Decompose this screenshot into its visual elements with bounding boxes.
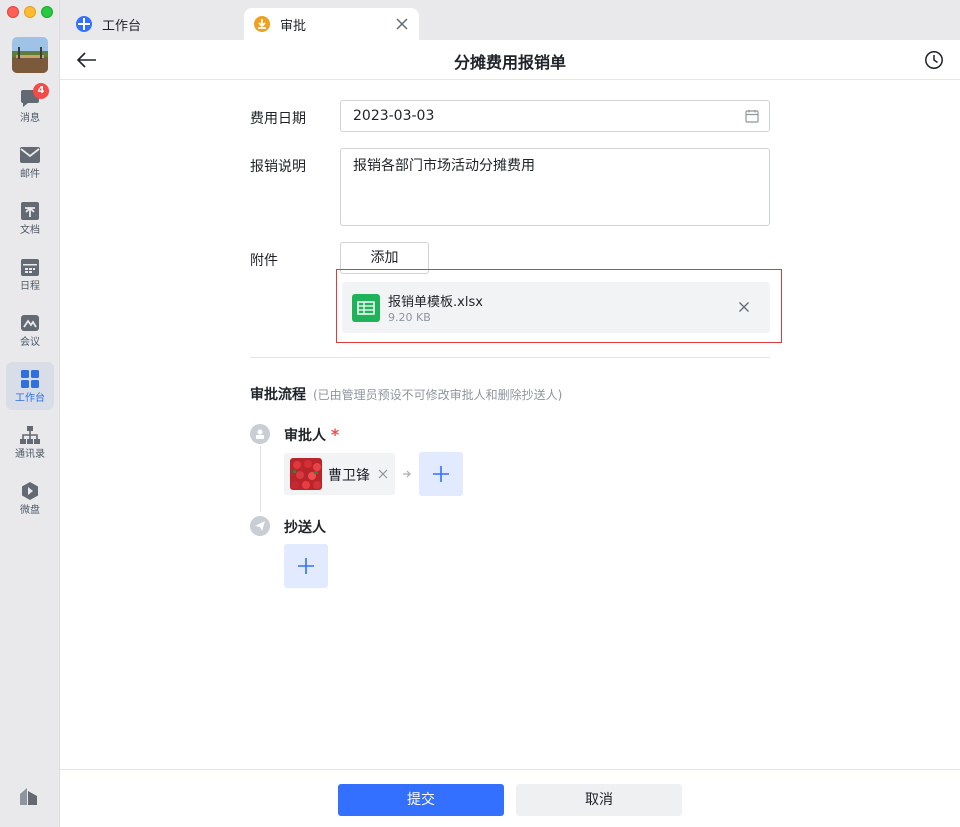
approval-form: 费用日期 2023-03-03 报销说明 报销各部门市场活动分摊费用 附件 添加…: [60, 80, 960, 769]
date-field[interactable]: 2023-03-03: [340, 100, 770, 132]
page-header: 分摊费用报销单: [60, 40, 960, 80]
sidebar-item-label: 邮件: [20, 169, 40, 180]
flow-connector-line: [260, 446, 261, 512]
cc-step-icon: [250, 516, 270, 536]
attachment-file-name: 报销单模板.xlsx: [388, 295, 483, 310]
mail-icon: [19, 144, 41, 166]
meeting-icon: [19, 312, 41, 334]
sidebar-item-drive[interactable]: 微盘: [6, 474, 54, 522]
sidebar-item-label: 通讯录: [15, 449, 45, 460]
zoom-window-button[interactable]: [41, 6, 53, 18]
user-avatar[interactable]: [12, 37, 48, 73]
plus-icon: [298, 558, 314, 574]
approver-avatar: [290, 458, 322, 490]
tab-label: 审批: [280, 18, 307, 34]
description-textarea[interactable]: 报销各部门市场活动分摊费用: [340, 148, 770, 226]
flow-arrow-icon: [403, 470, 411, 478]
sidebar-item-workplace[interactable]: 工作台: [6, 362, 54, 410]
close-tab-icon[interactable]: [395, 17, 409, 31]
approver-name: 曹卫锋: [328, 468, 370, 484]
tab-bar: 工作台 审批: [60, 0, 960, 40]
approval-flow-note: (已由管理员预设不可修改审批人和删除抄送人): [313, 388, 563, 402]
tab-label: 工作台: [102, 18, 142, 34]
sidebar-item-label: 工作台: [15, 393, 45, 404]
remove-attachment-icon[interactable]: [738, 301, 750, 313]
sidebar-item-meeting[interactable]: 会议: [6, 306, 54, 354]
window-controls: [7, 6, 53, 18]
workplace-icon: [19, 368, 41, 390]
form-footer: 提交 取消: [60, 769, 960, 827]
sidebar-item-label: 日程: [20, 281, 40, 292]
excel-file-icon: [352, 294, 380, 322]
add-cc-button[interactable]: [284, 544, 328, 588]
plus-icon: [433, 466, 449, 482]
drive-icon: [19, 480, 41, 502]
approver-label: 审批人 *: [284, 425, 339, 445]
sidebar-item-contacts[interactable]: 通讯录: [6, 418, 54, 466]
chat-icon: 4: [19, 83, 49, 110]
tab-approval[interactable]: 审批: [244, 8, 419, 40]
sidebar-item-docs[interactable]: 文档: [6, 194, 54, 242]
description-label: 报销说明: [250, 159, 306, 175]
app-logo-icon[interactable]: [18, 785, 40, 807]
workplace-tab-icon: [76, 16, 92, 32]
submit-button[interactable]: 提交: [338, 784, 504, 816]
docs-icon: [19, 200, 41, 222]
sidebar-item-calendar[interactable]: 日程: [6, 250, 54, 298]
calendar-icon: [19, 256, 41, 278]
remove-approver-icon[interactable]: [378, 469, 388, 479]
section-divider: [250, 357, 770, 358]
approver-chip[interactable]: 曹卫锋: [284, 453, 395, 495]
tab-workplace[interactable]: 工作台: [66, 8, 236, 40]
cancel-button[interactable]: 取消: [516, 784, 682, 816]
date-value: 2023-03-03: [353, 108, 435, 124]
page-title: 分摊费用报销单: [453, 53, 566, 72]
sidebar-item-messages[interactable]: 4 消息: [6, 82, 54, 130]
history-clock-icon[interactable]: [924, 50, 944, 70]
date-label: 费用日期: [250, 111, 306, 127]
required-mark: *: [330, 425, 340, 444]
attachment-label: 附件: [250, 253, 278, 269]
add-approver-button[interactable]: [419, 452, 463, 496]
attachment-file-size: 9.20 KB: [388, 311, 431, 324]
close-window-button[interactable]: [7, 6, 19, 18]
attachment-file-card[interactable]: 报销单模板.xlsx 9.20 KB: [342, 282, 770, 333]
calendar-picker-icon[interactable]: [745, 109, 759, 123]
sidebar-item-label: 文档: [20, 225, 40, 236]
minimize-window-button[interactable]: [24, 6, 36, 18]
approver-label-text: 审批人: [284, 428, 326, 444]
sidebar-item-label: 会议: [20, 337, 40, 348]
sidebar-item-label: 消息: [20, 113, 40, 124]
sidebar-item-mail[interactable]: 邮件: [6, 138, 54, 186]
approval-tab-icon: [254, 16, 270, 32]
contacts-icon: [19, 424, 41, 446]
approval-flow-title: 审批流程: [250, 387, 306, 403]
approver-step-icon: [250, 424, 270, 444]
cc-label: 抄送人: [284, 520, 326, 536]
unread-badge: 4: [33, 83, 49, 99]
sidebar-item-label: 微盘: [20, 505, 40, 516]
left-sidebar: 4 消息 邮件 文档 日程 会议 工作台 通讯录 微盘: [0, 0, 60, 827]
